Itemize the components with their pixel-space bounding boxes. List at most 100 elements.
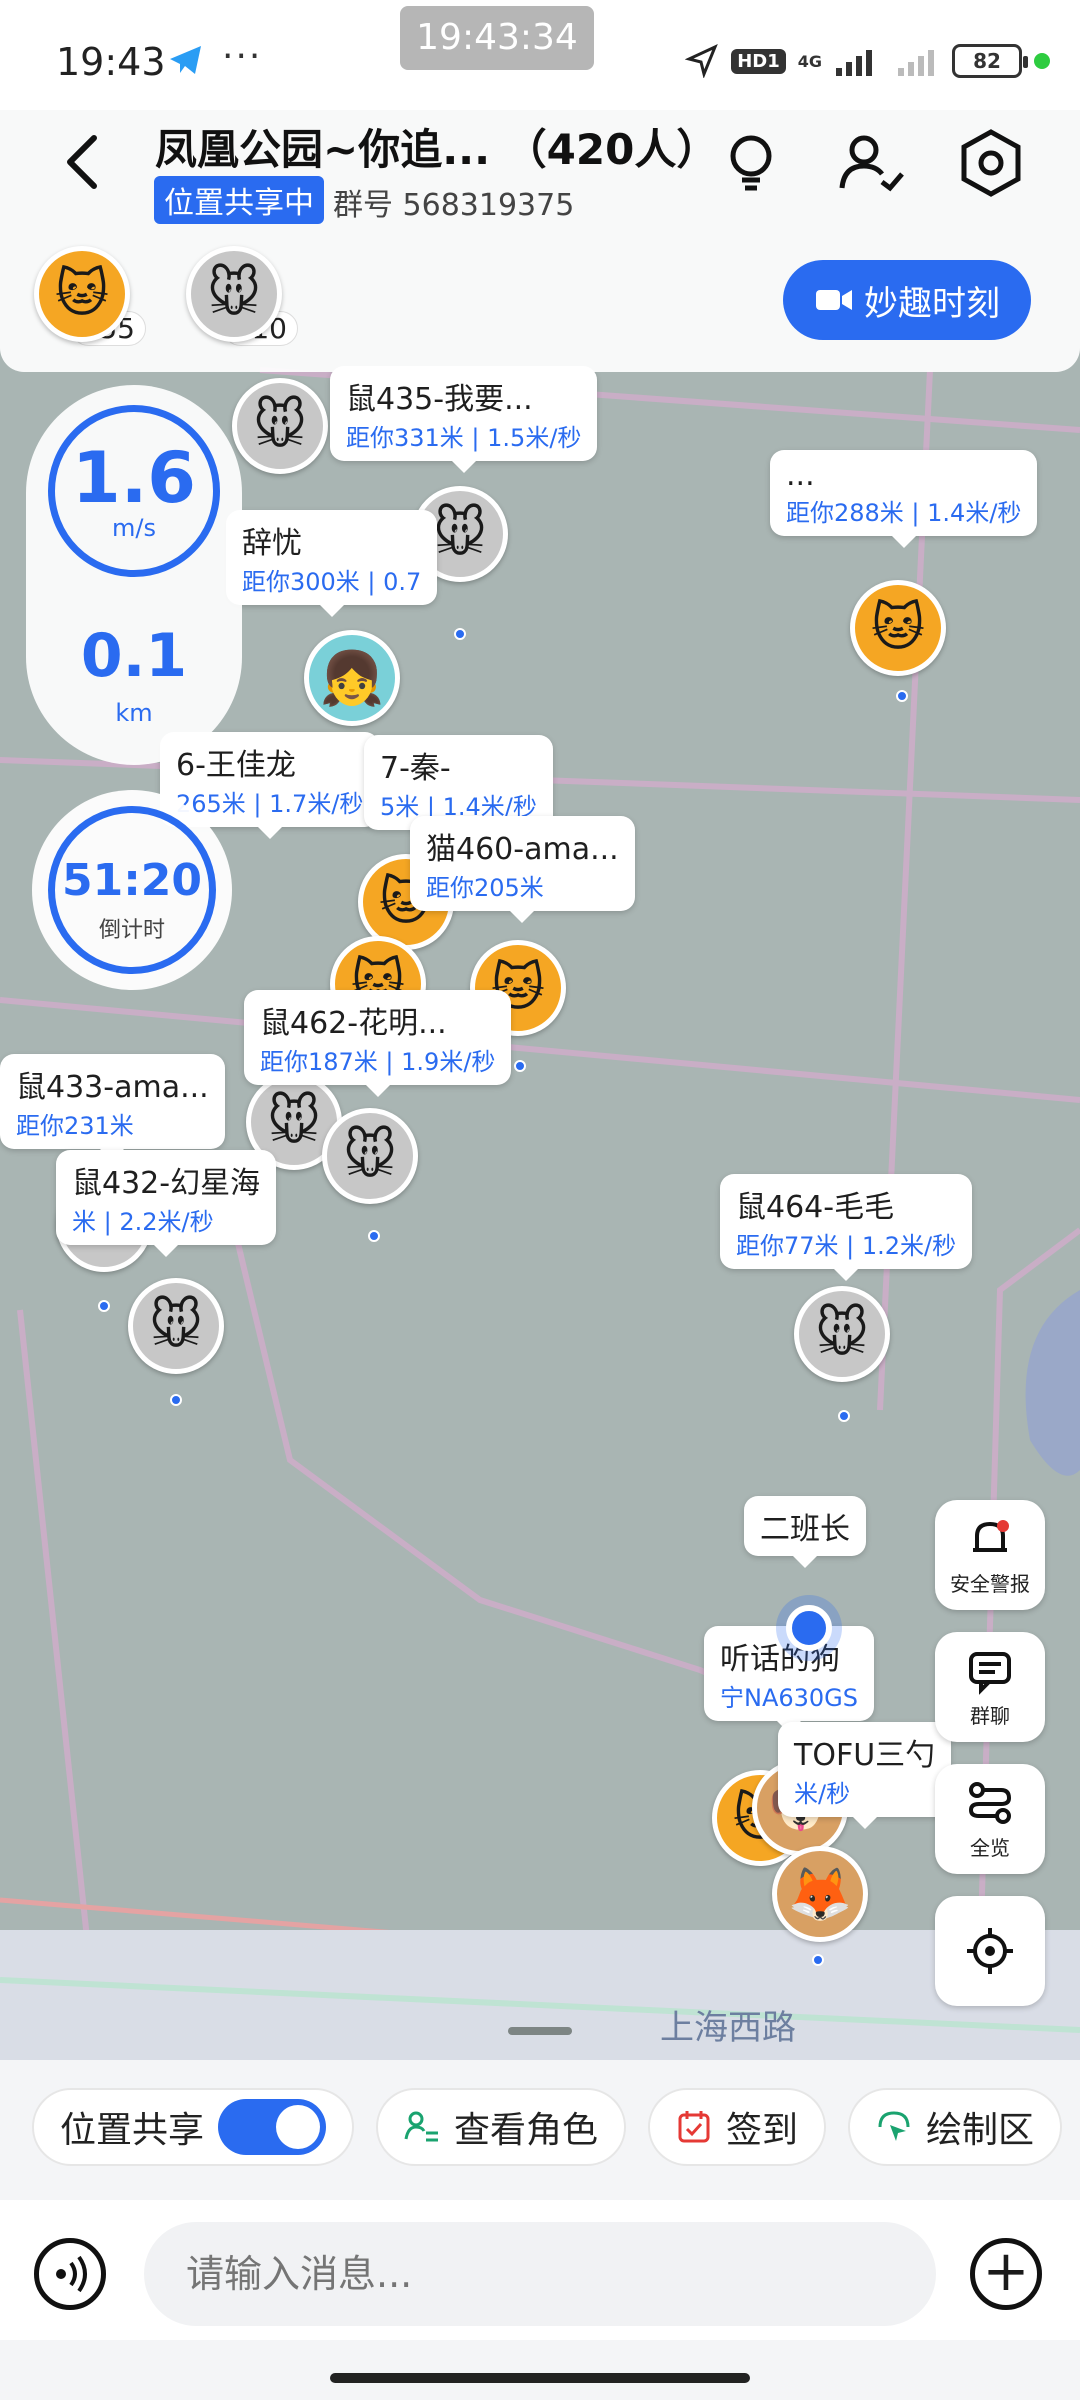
calendar-check-icon	[678, 2111, 710, 2143]
checkin-label: 签到	[726, 2110, 799, 2151]
marker-name: 鼠433-ama...	[16, 1070, 209, 1105]
hd-badge: HD1	[731, 48, 786, 74]
marker-name: ...	[786, 458, 815, 493]
mouse-team-count[interactable]: 🐭 210	[186, 246, 298, 346]
road-name: 上海西路	[660, 2008, 796, 2048]
status-bar: 19:43 ··· 19:43:34 HD1 4G 82	[0, 0, 1080, 110]
marker-distance: 距你231米	[16, 1112, 134, 1140]
marker-name: 二班长	[760, 1512, 850, 1547]
settings-icon[interactable]	[956, 128, 1026, 198]
position-dot	[838, 1410, 850, 1422]
voice-input-button[interactable]	[34, 2238, 106, 2310]
overview-label: 全览	[970, 1836, 1010, 1860]
marker-name: 鼠464-毛毛	[736, 1190, 895, 1225]
speed-ring: 1.6 m/s	[48, 405, 220, 577]
role-list-icon	[404, 2111, 439, 2142]
draw-area-label: 绘制区	[926, 2110, 1035, 2151]
mouse-avatar-icon: 🐭	[186, 246, 282, 342]
checkin-chip[interactable]: 签到	[648, 2088, 827, 2166]
position-dot	[812, 1954, 824, 1966]
members-icon[interactable]	[836, 128, 906, 198]
location-share-toggle[interactable]	[218, 2099, 327, 2155]
cat-avatar-icon[interactable]: 🐱	[850, 580, 946, 676]
chat-bubble-icon	[969, 1652, 1011, 1695]
locate-me-button[interactable]	[935, 1896, 1045, 2006]
draw-area-icon	[878, 2111, 910, 2141]
marker-distance: 米/秒	[794, 1780, 851, 1808]
position-dot	[170, 1394, 182, 1406]
mouse-avatar-icon[interactable]: 🐭	[232, 378, 328, 474]
mouse-avatar-icon[interactable]: 🐭	[794, 1286, 890, 1382]
marker-label[interactable]: 辞忧 距你300米 | 0.7	[226, 510, 438, 617]
distance-value: 0.1	[80, 621, 188, 691]
group-chat-label: 群聊	[970, 1704, 1010, 1728]
status-time: 19:43	[56, 40, 166, 84]
marker-name: 鼠462-花明...	[260, 1006, 447, 1041]
signal-weak-icon	[898, 50, 934, 76]
my-location-marker	[786, 1605, 832, 1651]
location-arrow-icon	[685, 44, 719, 78]
marker-label[interactable]: 二班长	[744, 1496, 866, 1568]
view-role-chip[interactable]: 查看角色	[376, 2088, 627, 2166]
marker-label[interactable]: 猫460-ama... 距你205米	[410, 816, 635, 923]
position-dot	[98, 1300, 110, 1312]
plus-icon: +	[982, 2239, 1030, 2304]
sharing-status-badge: 位置共享中	[154, 176, 324, 224]
message-input[interactable]	[144, 2222, 936, 2326]
cat-team-count[interactable]: 🐱 255	[34, 246, 146, 346]
fun-moment-label: 妙趣时刻	[864, 283, 1000, 324]
mouse-avatar-icon[interactable]: 🐭	[128, 1278, 224, 1374]
marker-label[interactable]: TOFU三勺 米/秒	[778, 1722, 952, 1829]
signal-icon	[836, 50, 872, 76]
marker-distance: 距你77米 | 1.2米/秒	[736, 1232, 957, 1260]
location-share-chip[interactable]: 位置共享	[32, 2088, 355, 2166]
marker-name: 鼠435-我要...	[346, 382, 533, 417]
team-avatar-icon[interactable]: 🦊	[772, 1846, 868, 1942]
marker-name: 7-秦-	[380, 751, 451, 786]
distance-unit: km	[115, 699, 153, 727]
marker-name: TOFU三勺	[794, 1738, 936, 1773]
add-more-button[interactable]: +	[970, 2238, 1042, 2310]
marker-distance: 距你187米 | 1.9米/秒	[260, 1048, 496, 1076]
status-clock: 19:43:34	[400, 6, 594, 70]
marker-label[interactable]: 鼠464-毛毛 距你77米 | 1.2米/秒	[720, 1174, 973, 1281]
overview-button[interactable]: 全览	[935, 1764, 1045, 1874]
route-icon	[968, 1782, 1012, 1824]
group-chat-button[interactable]: 群聊	[935, 1632, 1045, 1742]
crosshair-icon	[967, 1928, 1013, 1974]
fun-moment-button[interactable]: 妙趣时刻	[783, 260, 1031, 340]
marker-label[interactable]: 鼠432-幻星海 米 | 2.2米/秒	[56, 1150, 277, 1257]
countdown-panel: 51:20 倒计时	[32, 790, 232, 990]
draw-area-chip[interactable]: 绘制区	[848, 2088, 1063, 2166]
group-title: 凤凰公园~你追... （420人）	[155, 125, 719, 174]
home-indicator[interactable]	[330, 2373, 750, 2383]
lightbulb-icon[interactable]	[716, 128, 786, 198]
marker-name: 辞忧	[242, 526, 302, 561]
marker-label[interactable]: 鼠433-ama... 距你231米	[0, 1054, 225, 1161]
sheet-drag-handle[interactable]	[508, 2027, 572, 2035]
marker-distance: 265米 | 1.7米/秒	[176, 790, 364, 818]
position-dot	[514, 1060, 526, 1072]
bell-alert-icon	[973, 1520, 1009, 1552]
marker-distance: 距你288米 | 1.4米/秒	[786, 499, 1022, 527]
status-more: ···	[222, 36, 263, 77]
countdown-value: 51:20	[61, 855, 203, 906]
video-camera-icon	[816, 290, 852, 310]
marker-name: 6-王佳龙	[176, 748, 296, 783]
speed-distance-panel: 1.6 m/s 0.1 km	[26, 385, 242, 765]
marker-distance: 米 | 2.2米/秒	[72, 1208, 214, 1236]
safety-alert-button[interactable]: 安全警报	[935, 1500, 1045, 1610]
battery-indicator: 82	[952, 44, 1028, 78]
marker-distance: 距你300米 | 0.7	[242, 568, 422, 596]
marker-label[interactable]: 鼠435-我要... 距你331米 | 1.5米/秒	[330, 366, 598, 473]
mouse-avatar-icon[interactable]: 🐭	[322, 1108, 418, 1204]
position-dot	[896, 690, 908, 702]
marker-label[interactable]: 鼠462-花明... 距你187米 | 1.9米/秒	[244, 990, 512, 1097]
marker-name: 猫460-ama...	[426, 832, 619, 867]
marker-label[interactable]: ... 距你288米 | 1.4米/秒	[770, 450, 1038, 548]
action-chips: 位置共享 查看角色 签到 绘制区	[32, 2088, 1063, 2166]
back-arrow-icon[interactable]	[62, 132, 102, 192]
message-bar: +	[0, 2200, 1080, 2340]
green-dot-icon	[1034, 53, 1050, 69]
girl-avatar-icon[interactable]: 👧	[304, 630, 400, 726]
